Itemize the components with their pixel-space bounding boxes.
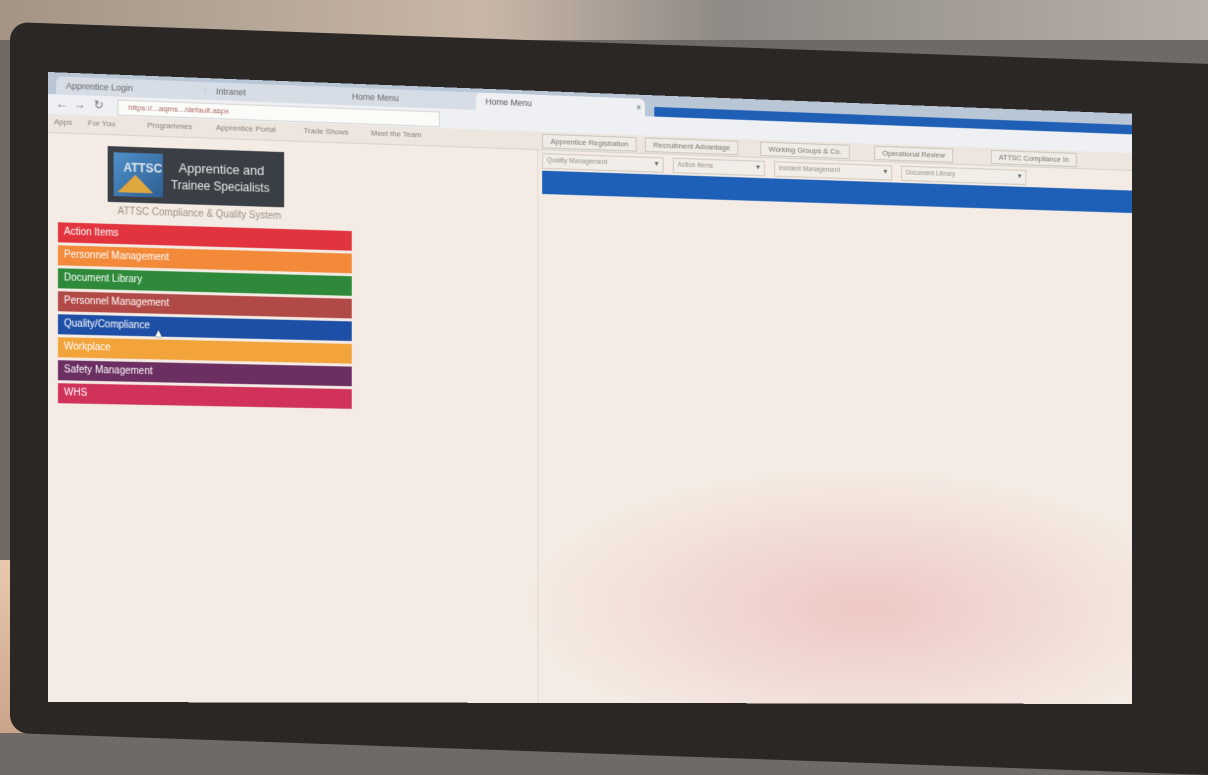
dropdown-label: Quality Management: [546, 157, 608, 167]
chevron-down-icon: ▼: [653, 160, 660, 168]
logo-line-2: Trainee Specialists: [170, 177, 270, 196]
tab-label: Intranet: [215, 86, 246, 98]
reload-icon[interactable]: ↻: [94, 98, 104, 112]
bookmark-button[interactable]: Recruitment Advantage: [644, 137, 739, 156]
sidebar-item-workplace[interactable]: Workplace: [57, 337, 352, 364]
sidebar-item-safety-management[interactable]: Safety Management: [57, 360, 352, 387]
chevron-down-icon: ▼: [1016, 173, 1023, 181]
column-divider: [537, 149, 539, 703]
dropdown-document-library[interactable]: Document Library ▼: [901, 165, 1027, 186]
bookmark-apps[interactable]: Apps: [54, 117, 72, 127]
chevron-down-icon: ▼: [754, 164, 762, 172]
bookmark-button[interactable]: Apprentice Registration: [542, 133, 637, 152]
dropdown-quality-management[interactable]: Quality Management ▼: [542, 153, 664, 173]
chevron-down-icon: ▼: [882, 168, 889, 176]
tab-label: Apprentice Login: [65, 80, 133, 94]
sidebar-menu: Action Items Personnel Management Docume…: [57, 222, 352, 411]
logo-line-1: Apprentice and: [178, 160, 265, 179]
mouse-cursor-icon: ▲: [153, 327, 164, 340]
back-icon[interactable]: ←: [56, 96, 68, 110]
close-icon[interactable]: ×: [636, 99, 641, 117]
bookmark-link[interactable]: Apprentice Portal: [216, 123, 276, 134]
monitor-screen: Apprentice Login × Intranet × Home Menu …: [48, 72, 1133, 704]
bookmark-link[interactable]: Trade Shows: [304, 126, 349, 136]
dropdown-label: Document Library: [905, 169, 956, 178]
logo-abbreviation: ATTSC: [123, 160, 163, 176]
bookmark-button[interactable]: ATTSC Compliance In: [990, 149, 1077, 168]
site-logo[interactable]: ATTSC Apprentice and Trainee Specialists: [107, 146, 285, 208]
bookmark-link[interactable]: Programmes: [147, 121, 192, 132]
bookmark-button[interactable]: Working Groups & Co.: [760, 141, 850, 160]
dropdown-action-items[interactable]: Action Items ▼: [672, 157, 765, 177]
screen-glare: [513, 459, 1133, 704]
bookmark-link[interactable]: Meet the Team: [371, 129, 422, 140]
bookmark-link[interactable]: For You: [88, 118, 115, 128]
logo-mark: ATTSC: [113, 152, 163, 198]
bookmark-button[interactable]: Operational Review: [874, 145, 954, 163]
logo-triangle-icon: [117, 174, 154, 194]
site-subtitle: ATTSC Compliance & Quality System: [117, 206, 282, 223]
sidebar-item-whs[interactable]: WHS: [57, 383, 352, 409]
dropdown-incident-management[interactable]: Incident Management ▼: [774, 161, 893, 181]
sidebar-item-quality-compliance[interactable]: Quality/Compliance: [57, 314, 352, 342]
dropdown-label: Action Items: [677, 161, 714, 170]
dropdown-label: Incident Management: [778, 165, 840, 175]
tab-label: Home Menu: [485, 96, 532, 109]
forward-icon[interactable]: →: [74, 97, 86, 111]
tab-label: Home Menu: [351, 91, 399, 104]
